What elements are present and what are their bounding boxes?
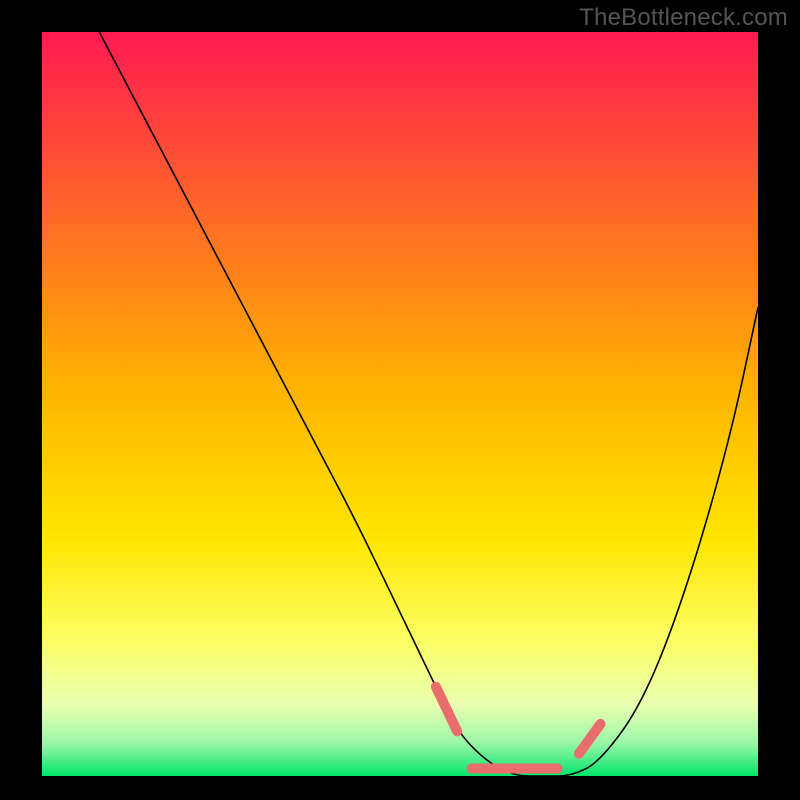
plot-background bbox=[42, 32, 758, 776]
watermark-text: TheBottleneck.com bbox=[579, 4, 788, 32]
chart-frame: TheBottleneck.com bbox=[0, 0, 800, 800]
chart-svg bbox=[0, 0, 800, 800]
